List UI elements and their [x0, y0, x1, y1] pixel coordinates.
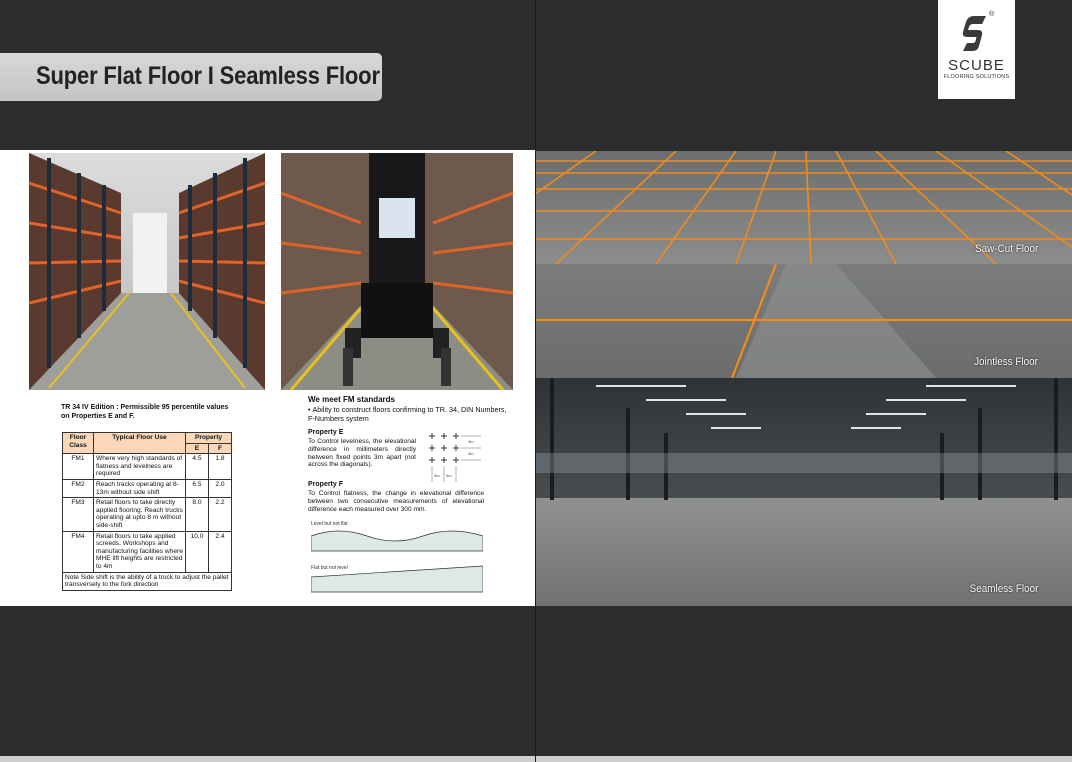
- bottom-strip: [0, 756, 1072, 762]
- saw-cut-caption: Saw-Cut Floor: [974, 243, 1038, 255]
- property-f-title: Property F: [308, 481, 344, 488]
- tr34-heading: TR 34 IV Edition : Permissible 95 percen…: [61, 404, 229, 420]
- scube-logo: ® SCUBE FLOORING SOLUTIONS: [938, 0, 1015, 99]
- cell-use: Where very high standards of flatness an…: [93, 453, 186, 480]
- col-f: F: [208, 442, 232, 455]
- cell-e: 8.0: [185, 497, 209, 532]
- cell-class: FM2: [62, 478, 94, 499]
- seamless-floor-photo: Seamless Floor: [536, 378, 1072, 606]
- grid-label-v2: 3m: [468, 451, 474, 456]
- jointless-caption: Jointless Floor: [974, 356, 1038, 368]
- title-bar: Super Flat Floor I Seamless Floor: [0, 53, 382, 101]
- cell-f: 2.4: [208, 530, 232, 573]
- cell-use: Retail floors to take directly applied f…: [93, 497, 186, 532]
- table-note: Note Side shift is the ability of a truc…: [62, 571, 232, 591]
- logo-tagline: FLOORING SOLUTIONS: [943, 74, 1010, 80]
- grid-label-v1: 3m: [468, 439, 474, 444]
- cell-e: 6.5: [185, 478, 209, 499]
- fm-bullet-text: Ability to construct floors confirming t…: [308, 405, 507, 423]
- table-row: FM3 Retail floors to take directly appli…: [62, 497, 232, 532]
- grid-label-h2: 3m: [446, 473, 452, 478]
- table-header-row: Floor Class Typical Floor Use Property: [62, 431, 232, 455]
- col-floor-class: Floor Class: [62, 431, 94, 455]
- table-note-row: Note Side shift is the ability of a truc…: [62, 571, 232, 591]
- cell-e: 4.5: [185, 453, 209, 480]
- registered-mark: ®: [989, 11, 995, 18]
- seamless-caption: Seamless Floor: [969, 583, 1038, 595]
- property-e-grid-diagram: 3m 3m 3m 3m: [427, 430, 483, 484]
- page-title: Super Flat Floor I Seamless Floor: [36, 62, 380, 90]
- fm-bullet: • Ability to construct floors confirming…: [308, 405, 508, 423]
- warehouse-aisle-photo: [29, 153, 265, 390]
- cell-class: FM1: [62, 453, 94, 480]
- cell-use: Reach tracks operating at 8-13m without …: [93, 478, 186, 499]
- col-e: E: [185, 442, 209, 455]
- col-property: Property: [185, 432, 232, 444]
- level-not-flat-label: Level but not flat: [311, 521, 348, 527]
- forklift-photo: [281, 153, 513, 390]
- cell-f: 2.2: [208, 497, 232, 532]
- grid-label-h1: 3m: [434, 473, 440, 478]
- tr34-table: Floor Class Typical Floor Use Property E…: [62, 431, 232, 591]
- fm-heading: We meet FM standards: [308, 395, 395, 404]
- property-e-title: Property E: [308, 429, 344, 436]
- page-fold: [535, 0, 536, 762]
- cell-f: 1.8: [208, 453, 232, 480]
- bottom-band: [0, 606, 1072, 756]
- logo-name: SCUBE: [948, 57, 1005, 74]
- col-typical-use: Typical Floor Use: [93, 431, 186, 455]
- property-f-text: To Control flatness, the change in eleva…: [308, 490, 484, 513]
- table-row: FM1 Where very high standards of flatnes…: [62, 453, 232, 480]
- level-not-flat-profile: [311, 530, 483, 552]
- scube-mark-icon: [962, 16, 986, 51]
- cell-e: 10.0: [185, 530, 209, 573]
- flat-not-level-profile: [311, 565, 483, 593]
- saw-cut-floor-photo: Saw-Cut Floor: [536, 151, 1072, 264]
- table-row: FM4 Retail floors to take applied screed…: [62, 530, 232, 573]
- cell-f: 2.0: [208, 478, 232, 499]
- cell-class: FM3: [62, 497, 94, 532]
- cell-class: FM4: [62, 530, 94, 573]
- property-e-text: To Control leveIness, the elevational di…: [308, 438, 416, 469]
- jointless-floor-photo: Jointless Floor: [536, 264, 1072, 378]
- cell-use: Retail floors to take applied screeds. W…: [93, 530, 186, 573]
- tr34-table-wrapper: Floor Class Typical Floor Use Property E…: [62, 431, 232, 591]
- table-row: FM2 Reach tracks operating at 8-13m with…: [62, 478, 232, 499]
